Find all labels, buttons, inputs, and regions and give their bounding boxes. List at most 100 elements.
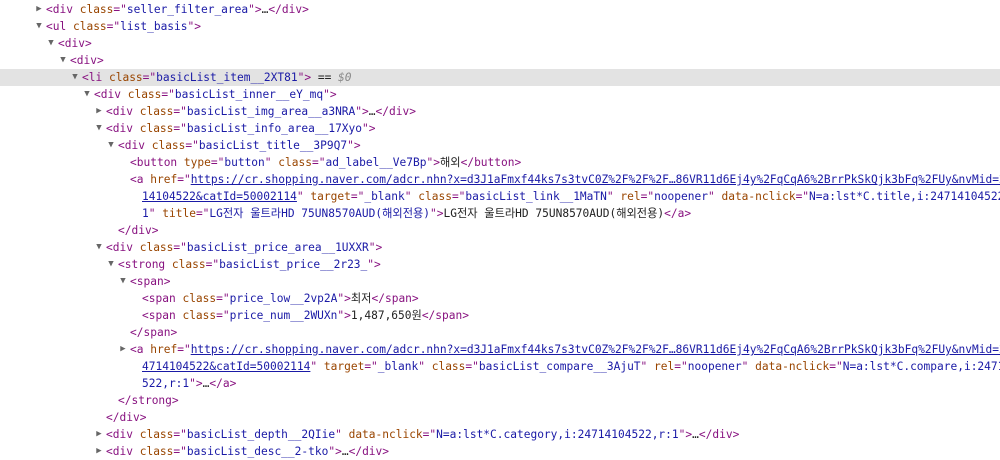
tag-punctuation: <: [46, 3, 53, 16]
triangle-down-icon[interactable]: ▼: [106, 137, 116, 154]
tag-punctuation: <: [118, 258, 125, 271]
node-markup: <div>: [70, 52, 104, 69]
dom-node-row[interactable]: <span class="price_num__2WUXn">1,487,650…: [0, 307, 1000, 324]
tag-punctuation: >: [163, 275, 171, 288]
node-markup: </div>: [106, 409, 146, 426]
attribute-value: basicList_desc__2-tko: [186, 445, 329, 458]
tag-punctuation: =": [195, 207, 210, 220]
text-node: 1,487,650원: [350, 309, 422, 322]
elements-tree: ▶ <div class="seller_filter_area">…</div>…: [0, 0, 1000, 458]
tag-punctuation: =": [205, 258, 220, 271]
triangle-right-icon[interactable]: ▶: [34, 1, 44, 18]
dom-node-row[interactable]: 522,r:1">…</a>: [0, 375, 1000, 392]
attribute-link[interactable]: 14104522&catId=50002114: [142, 190, 297, 203]
triangle-down-icon[interactable]: ▼: [46, 35, 56, 52]
dom-node-row[interactable]: ▶ <div class="basicList_img_area__a3NRA">…: [0, 103, 1000, 120]
attribute-name: class: [278, 156, 312, 169]
tag-name: div: [112, 122, 133, 135]
dom-node-row[interactable]: 4714104522&catId=50002114" target="_blan…: [0, 358, 1000, 375]
tag-punctuation: ": [296, 190, 304, 203]
attribute-value: price_low__2vp2A: [229, 292, 338, 305]
tag-name: div: [76, 54, 97, 67]
dom-node-row[interactable]: ▶ <div class="basicList_desc__2-tko">…</d…: [0, 443, 1000, 460]
tag-punctuation: ">: [328, 445, 342, 458]
attribute-link[interactable]: https://cr.shopping.naver.com/adcr.nhn?x…: [191, 173, 1000, 186]
dom-node-row[interactable]: ▶ <div class="seller_filter_area">…</div>: [0, 1, 1000, 18]
text-node: [121, 88, 128, 101]
dom-node-row[interactable]: ▼ <div class="basicList_info_area__17Xyo"…: [0, 120, 1000, 137]
node-markup: <button type="button" class="ad_label__V…: [130, 154, 521, 171]
triangle-right-icon[interactable]: ▶: [94, 103, 104, 120]
tag-punctuation: =": [177, 173, 191, 186]
node-markup: <div class="basicList_price_area__1UXXR"…: [106, 239, 382, 256]
attribute-value: _blank: [377, 360, 419, 373]
dom-node-row[interactable]: ▼ <span>: [0, 273, 1000, 290]
tag-punctuation: </: [118, 394, 132, 407]
tag-name: a: [136, 173, 144, 186]
dom-node-row[interactable]: ▼ <strong class="basicList_price__2r23_">: [0, 256, 1000, 273]
dom-node-row[interactable]: ▶ <a href="https://cr.shopping.naver.com/…: [0, 341, 1000, 358]
dom-node-row[interactable]: </span>: [0, 324, 1000, 341]
tag-name: div: [112, 241, 133, 254]
tag-name: span: [136, 275, 164, 288]
triangle-down-icon[interactable]: ▼: [94, 120, 104, 137]
dom-node-row[interactable]: 1" title="LG전자 울트라HD 75UN8570AUD(해외전용)">…: [0, 205, 1000, 222]
triangle-right-icon[interactable]: ▶: [94, 443, 104, 460]
dom-node-row[interactable]: 14104522&catId=50002114" target="_blank"…: [0, 188, 1000, 205]
tag-punctuation: </: [421, 309, 436, 322]
attribute-link[interactable]: 4714104522&catId=50002114: [142, 360, 310, 373]
dom-node-row[interactable]: ▼ <div>: [0, 35, 1000, 52]
tag-punctuation: =": [350, 190, 365, 203]
dom-node-row[interactable]: ▼ <div class="basicList_inner__eY_mq">: [0, 86, 1000, 103]
node-markup: <div class="basicList_inner__eY_mq">: [94, 86, 337, 103]
tag-punctuation: >: [139, 411, 147, 424]
dom-node-row[interactable]: </strong>: [0, 392, 1000, 409]
tag-punctuation: =": [829, 360, 843, 373]
tag-punctuation: ">: [187, 20, 201, 33]
tag-name: ul: [52, 20, 67, 33]
dom-node-row[interactable]: <a href="https://cr.shopping.naver.com/a…: [0, 171, 1000, 188]
tag-punctuation: =": [173, 445, 187, 458]
dom-node-row[interactable]: ▼ <div>: [0, 52, 1000, 69]
tag-punctuation: =": [640, 190, 655, 203]
tag-punctuation: =": [161, 88, 175, 101]
triangle-down-icon[interactable]: ▼: [106, 256, 116, 273]
node-markup: <strong class="basicList_price__2r23_">: [118, 256, 381, 273]
attribute-value: price_num__2WUXn: [229, 309, 338, 322]
triangle-down-icon[interactable]: ▼: [58, 52, 68, 69]
tag-punctuation: <: [106, 428, 113, 441]
tag-punctuation: =": [173, 122, 187, 135]
attribute-name: title: [162, 207, 196, 220]
triangle-right-icon[interactable]: ▶: [118, 341, 128, 358]
dom-node-row[interactable]: <span class="price_low__2vp2A">최저</span>: [0, 290, 1000, 307]
tag-punctuation: ">: [337, 292, 351, 305]
tag-name: strong: [124, 258, 166, 271]
triangle-right-icon[interactable]: ▶: [94, 426, 104, 443]
tag-punctuation: ": [148, 207, 156, 220]
dom-node-row[interactable]: <button type="button" class="ad_label__V…: [0, 154, 1000, 171]
attribute-name: target: [323, 360, 365, 373]
tag-punctuation: ">: [430, 207, 444, 220]
attribute-value: basicList_price__2r23_: [219, 258, 368, 271]
attribute-link[interactable]: https://cr.shopping.naver.com/adcr.nhn?x…: [191, 343, 1000, 356]
triangle-down-icon[interactable]: ▼: [118, 273, 128, 290]
dom-node-row[interactable]: </div>: [0, 409, 1000, 426]
tag-punctuation: =": [216, 309, 230, 322]
dom-node-row[interactable]: ▼ <ul class="list_basis">: [0, 18, 1000, 35]
triangle-down-icon[interactable]: ▼: [34, 18, 44, 35]
node-markup: </strong>: [118, 392, 179, 409]
triangle-down-icon[interactable]: ▼: [82, 86, 92, 103]
dom-node-row-selected[interactable]: ▼ <li class="basicList_item__2XT81"> == $…: [0, 69, 1000, 86]
tag-punctuation: ">: [297, 71, 312, 84]
dom-node-row[interactable]: </div>: [0, 222, 1000, 239]
dom-node-row[interactable]: ▼ <div class="basicList_price_area__1UXXR…: [0, 239, 1000, 256]
triangle-down-icon[interactable]: ▼: [70, 69, 80, 86]
node-markup: 4714104522&catId=50002114" target="_blan…: [142, 358, 1000, 375]
node-markup: 1" title="LG전자 울트라HD 75UN8570AUD(해외전용)">…: [142, 205, 691, 222]
dom-node-row[interactable]: ▼ <div class="basicList_title__3P9Q7">: [0, 137, 1000, 154]
triangle-down-icon[interactable]: ▼: [94, 239, 104, 256]
node-markup: <a href="https://cr.shopping.naver.com/a…: [130, 171, 1000, 188]
dom-node-row[interactable]: ▶ <div class="basicList_depth__2QIie" dat…: [0, 426, 1000, 443]
tag-punctuation: <: [130, 275, 137, 288]
node-markup: <div class="basicList_desc__2-tko">…</di…: [106, 443, 389, 460]
